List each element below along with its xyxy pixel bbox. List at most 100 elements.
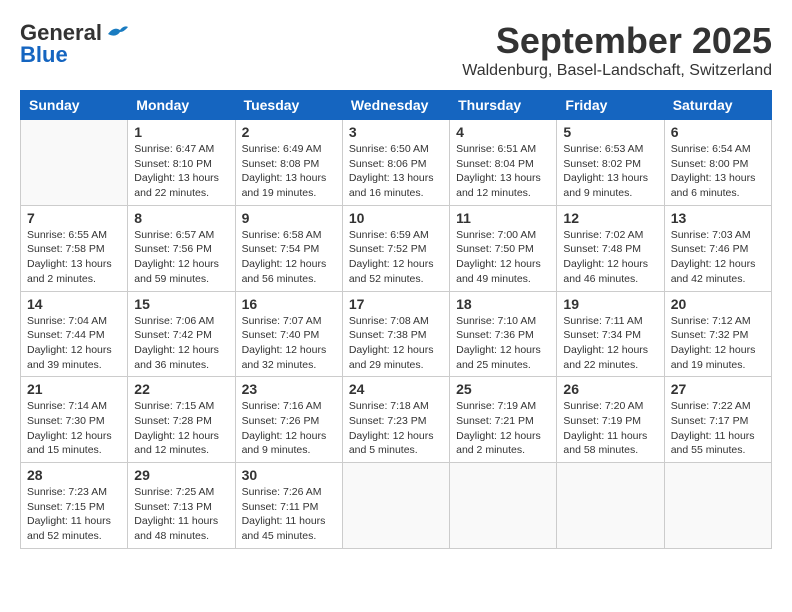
column-header-thursday: Thursday <box>450 91 557 120</box>
calendar-cell <box>664 463 771 549</box>
cell-content: Sunrise: 7:02 AM Sunset: 7:48 PM Dayligh… <box>563 228 657 287</box>
calendar-cell: 2 Sunrise: 6:49 AM Sunset: 8:08 PM Daylig… <box>235 120 342 206</box>
day-number: 16 <box>242 296 336 312</box>
calendar-cell <box>21 120 128 206</box>
cell-content: Sunrise: 7:18 AM Sunset: 7:23 PM Dayligh… <box>349 399 443 458</box>
page-header: General Blue September 2025 Waldenburg, … <box>20 20 772 80</box>
calendar-cell: 21 Sunrise: 7:14 AM Sunset: 7:30 PM Dayli… <box>21 377 128 463</box>
calendar-table: SundayMondayTuesdayWednesdayThursdayFrid… <box>20 90 772 549</box>
cell-content: Sunrise: 6:58 AM Sunset: 7:54 PM Dayligh… <box>242 228 336 287</box>
day-number: 21 <box>27 381 121 397</box>
day-number: 22 <box>134 381 228 397</box>
column-header-friday: Friday <box>557 91 664 120</box>
calendar-cell: 23Sunrise: 7:16 AM Sunset: 7:26 PM Dayli… <box>235 377 342 463</box>
day-number: 14 <box>27 296 121 312</box>
calendar-cell: 9 Sunrise: 6:58 AM Sunset: 7:54 PM Daylig… <box>235 205 342 291</box>
week-row-5: 28 Sunrise: 7:23 AM Sunset: 7:15 PM Dayli… <box>21 463 772 549</box>
day-number: 23 <box>242 381 336 397</box>
cell-content: Sunrise: 7:15 AM Sunset: 7:28 PM Dayligh… <box>134 399 228 458</box>
calendar-cell: 19Sunrise: 7:11 AM Sunset: 7:34 PM Dayli… <box>557 291 664 377</box>
calendar-cell: 15 Sunrise: 7:06 AM Sunset: 7:42 PM Dayli… <box>128 291 235 377</box>
calendar-cell: 20 Sunrise: 7:12 AM Sunset: 7:32 PM Dayli… <box>664 291 771 377</box>
cell-content: Sunrise: 7:10 AM Sunset: 7:36 PM Dayligh… <box>456 314 550 373</box>
calendar-cell: 4 Sunrise: 6:51 AM Sunset: 8:04 PM Daylig… <box>450 120 557 206</box>
calendar-cell: 22 Sunrise: 7:15 AM Sunset: 7:28 PM Dayli… <box>128 377 235 463</box>
calendar-cell: 14 Sunrise: 7:04 AM Sunset: 7:44 PM Dayli… <box>21 291 128 377</box>
day-number: 25 <box>456 381 550 397</box>
day-number: 17 <box>349 296 443 312</box>
calendar-title: September 2025 <box>462 20 772 62</box>
day-number: 6 <box>671 124 765 140</box>
calendar-cell <box>557 463 664 549</box>
day-number: 27 <box>671 381 765 397</box>
day-number: 9 <box>242 210 336 226</box>
week-row-4: 21 Sunrise: 7:14 AM Sunset: 7:30 PM Dayli… <box>21 377 772 463</box>
day-number: 8 <box>134 210 228 226</box>
cell-content: Sunrise: 6:47 AM Sunset: 8:10 PM Dayligh… <box>134 142 228 201</box>
day-number: 29 <box>134 467 228 483</box>
calendar-cell: 3 Sunrise: 6:50 AM Sunset: 8:06 PM Daylig… <box>342 120 449 206</box>
calendar-cell: 6 Sunrise: 6:54 AM Sunset: 8:00 PM Daylig… <box>664 120 771 206</box>
cell-content: Sunrise: 6:59 AM Sunset: 7:52 PM Dayligh… <box>349 228 443 287</box>
cell-content: Sunrise: 7:23 AM Sunset: 7:15 PM Dayligh… <box>27 485 121 544</box>
column-header-monday: Monday <box>128 91 235 120</box>
calendar-cell <box>450 463 557 549</box>
calendar-cell: 27 Sunrise: 7:22 AM Sunset: 7:17 PM Dayli… <box>664 377 771 463</box>
column-header-saturday: Saturday <box>664 91 771 120</box>
calendar-cell: 24 Sunrise: 7:18 AM Sunset: 7:23 PM Dayli… <box>342 377 449 463</box>
calendar-cell: 7 Sunrise: 6:55 AM Sunset: 7:58 PM Daylig… <box>21 205 128 291</box>
column-header-wednesday: Wednesday <box>342 91 449 120</box>
cell-content: Sunrise: 7:06 AM Sunset: 7:42 PM Dayligh… <box>134 314 228 373</box>
cell-content: Sunrise: 7:22 AM Sunset: 7:17 PM Dayligh… <box>671 399 765 458</box>
day-number: 1 <box>134 124 228 140</box>
cell-content: Sunrise: 7:08 AM Sunset: 7:38 PM Dayligh… <box>349 314 443 373</box>
calendar-header-row: SundayMondayTuesdayWednesdayThursdayFrid… <box>21 91 772 120</box>
logo: General Blue <box>20 20 128 68</box>
cell-content: Sunrise: 7:12 AM Sunset: 7:32 PM Dayligh… <box>671 314 765 373</box>
cell-content: Sunrise: 6:53 AM Sunset: 8:02 PM Dayligh… <box>563 142 657 201</box>
cell-content: Sunrise: 7:14 AM Sunset: 7:30 PM Dayligh… <box>27 399 121 458</box>
day-number: 28 <box>27 467 121 483</box>
day-number: 15 <box>134 296 228 312</box>
calendar-cell: 16 Sunrise: 7:07 AM Sunset: 7:40 PM Dayli… <box>235 291 342 377</box>
cell-content: Sunrise: 7:26 AM Sunset: 7:11 PM Dayligh… <box>242 485 336 544</box>
title-section: September 2025 Waldenburg, Basel-Landsch… <box>462 20 772 80</box>
cell-content: Sunrise: 6:49 AM Sunset: 8:08 PM Dayligh… <box>242 142 336 201</box>
week-row-2: 7 Sunrise: 6:55 AM Sunset: 7:58 PM Daylig… <box>21 205 772 291</box>
day-number: 5 <box>563 124 657 140</box>
cell-content: Sunrise: 6:51 AM Sunset: 8:04 PM Dayligh… <box>456 142 550 201</box>
calendar-cell: 28 Sunrise: 7:23 AM Sunset: 7:15 PM Dayli… <box>21 463 128 549</box>
day-number: 4 <box>456 124 550 140</box>
day-number: 7 <box>27 210 121 226</box>
calendar-cell: 13 Sunrise: 7:03 AM Sunset: 7:46 PM Dayli… <box>664 205 771 291</box>
calendar-cell: 11Sunrise: 7:00 AM Sunset: 7:50 PM Dayli… <box>450 205 557 291</box>
day-number: 3 <box>349 124 443 140</box>
calendar-cell: 29 Sunrise: 7:25 AM Sunset: 7:13 PM Dayli… <box>128 463 235 549</box>
day-number: 24 <box>349 381 443 397</box>
column-header-tuesday: Tuesday <box>235 91 342 120</box>
day-number: 30 <box>242 467 336 483</box>
day-number: 2 <box>242 124 336 140</box>
cell-content: Sunrise: 6:55 AM Sunset: 7:58 PM Dayligh… <box>27 228 121 287</box>
calendar-cell: 5 Sunrise: 6:53 AM Sunset: 8:02 PM Daylig… <box>557 120 664 206</box>
cell-content: Sunrise: 6:57 AM Sunset: 7:56 PM Dayligh… <box>134 228 228 287</box>
cell-content: Sunrise: 7:20 AM Sunset: 7:19 PM Dayligh… <box>563 399 657 458</box>
cell-content: Sunrise: 7:03 AM Sunset: 7:46 PM Dayligh… <box>671 228 765 287</box>
calendar-cell: 26 Sunrise: 7:20 AM Sunset: 7:19 PM Dayli… <box>557 377 664 463</box>
cell-content: Sunrise: 7:04 AM Sunset: 7:44 PM Dayligh… <box>27 314 121 373</box>
day-number: 26 <box>563 381 657 397</box>
cell-content: Sunrise: 7:00 AM Sunset: 7:50 PM Dayligh… <box>456 228 550 287</box>
calendar-cell: 8 Sunrise: 6:57 AM Sunset: 7:56 PM Daylig… <box>128 205 235 291</box>
cell-content: Sunrise: 7:19 AM Sunset: 7:21 PM Dayligh… <box>456 399 550 458</box>
cell-content: Sunrise: 6:50 AM Sunset: 8:06 PM Dayligh… <box>349 142 443 201</box>
day-number: 20 <box>671 296 765 312</box>
day-number: 10 <box>349 210 443 226</box>
cell-content: Sunrise: 7:07 AM Sunset: 7:40 PM Dayligh… <box>242 314 336 373</box>
calendar-cell: 17 Sunrise: 7:08 AM Sunset: 7:38 PM Dayli… <box>342 291 449 377</box>
day-number: 12 <box>563 210 657 226</box>
cell-content: Sunrise: 7:25 AM Sunset: 7:13 PM Dayligh… <box>134 485 228 544</box>
day-number: 13 <box>671 210 765 226</box>
cell-content: Sunrise: 6:54 AM Sunset: 8:00 PM Dayligh… <box>671 142 765 201</box>
logo-bird-icon <box>106 24 128 42</box>
calendar-cell: 1 Sunrise: 6:47 AM Sunset: 8:10 PM Daylig… <box>128 120 235 206</box>
